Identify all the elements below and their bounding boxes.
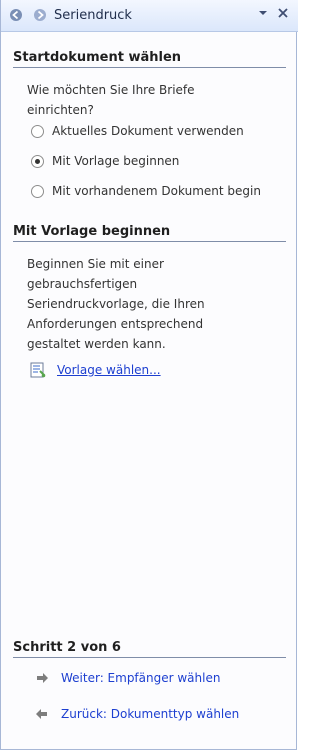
- radio-use-current-document[interactable]: Aktuelles Dokument verwenden: [31, 122, 244, 140]
- template-document-icon: [29, 361, 47, 379]
- back-step-link[interactable]: Zurück: Dokumenttyp wählen: [35, 705, 239, 723]
- start-question-line-1: Wie möchten Sie Ihre Briefe: [27, 83, 195, 97]
- section-title-template: Mit Vorlage beginnen: [13, 224, 171, 239]
- menu-chevron-icon[interactable]: [257, 7, 269, 19]
- pane-titlebar: Seriendruck: [1, 0, 298, 32]
- radio-button[interactable]: [31, 124, 44, 138]
- template-description-line-1: Beginnen Sie mit einer: [27, 257, 164, 271]
- link-label[interactable]: Vorlage wählen...: [57, 363, 161, 377]
- template-description-line-3: Seriendruckvorlage, die Ihren: [27, 297, 205, 311]
- forward-arrow-icon: [35, 671, 49, 685]
- radio-button[interactable]: [31, 184, 44, 198]
- link-label[interactable]: Zurück: Dokumenttyp wählen: [61, 707, 239, 721]
- forward-arrow-icon[interactable]: [33, 8, 47, 22]
- radio-label: Mit vorhandenem Dokument begin: [52, 184, 261, 198]
- section-title-start-document: Startdokument wählen: [13, 50, 182, 65]
- next-step-link[interactable]: Weiter: Empfänger wählen: [35, 669, 220, 687]
- section-divider: [13, 241, 286, 242]
- radio-start-from-existing-document[interactable]: Mit vorhandenem Dokument begin: [31, 182, 261, 200]
- back-arrow-icon: [35, 707, 49, 721]
- radio-start-from-template[interactable]: Mit Vorlage beginnen: [31, 152, 179, 170]
- back-arrow-icon[interactable]: [9, 8, 23, 22]
- mail-merge-pane: Seriendruck Startdokument wählen Wie möc…: [0, 0, 298, 750]
- template-description-line-5: gestaltet werden kann.: [27, 337, 166, 351]
- radio-label: Mit Vorlage beginnen: [52, 154, 180, 168]
- radio-button[interactable]: [31, 154, 44, 168]
- section-divider: [13, 67, 286, 68]
- radio-label: Aktuelles Dokument verwenden: [52, 124, 244, 138]
- choose-template-link[interactable]: Vorlage wählen...: [29, 358, 161, 382]
- template-description-line-4: Anforderungen entsprechend: [27, 317, 204, 331]
- section-divider: [13, 657, 286, 658]
- close-icon[interactable]: [277, 7, 289, 19]
- link-label[interactable]: Weiter: Empfänger wählen: [61, 671, 220, 685]
- step-title: Schritt 2 von 6: [13, 640, 121, 655]
- template-description-line-2: gebrauchsfertigen: [27, 277, 138, 291]
- start-question-line-2: einrichten?: [27, 103, 94, 117]
- pane-title: Seriendruck: [54, 8, 132, 23]
